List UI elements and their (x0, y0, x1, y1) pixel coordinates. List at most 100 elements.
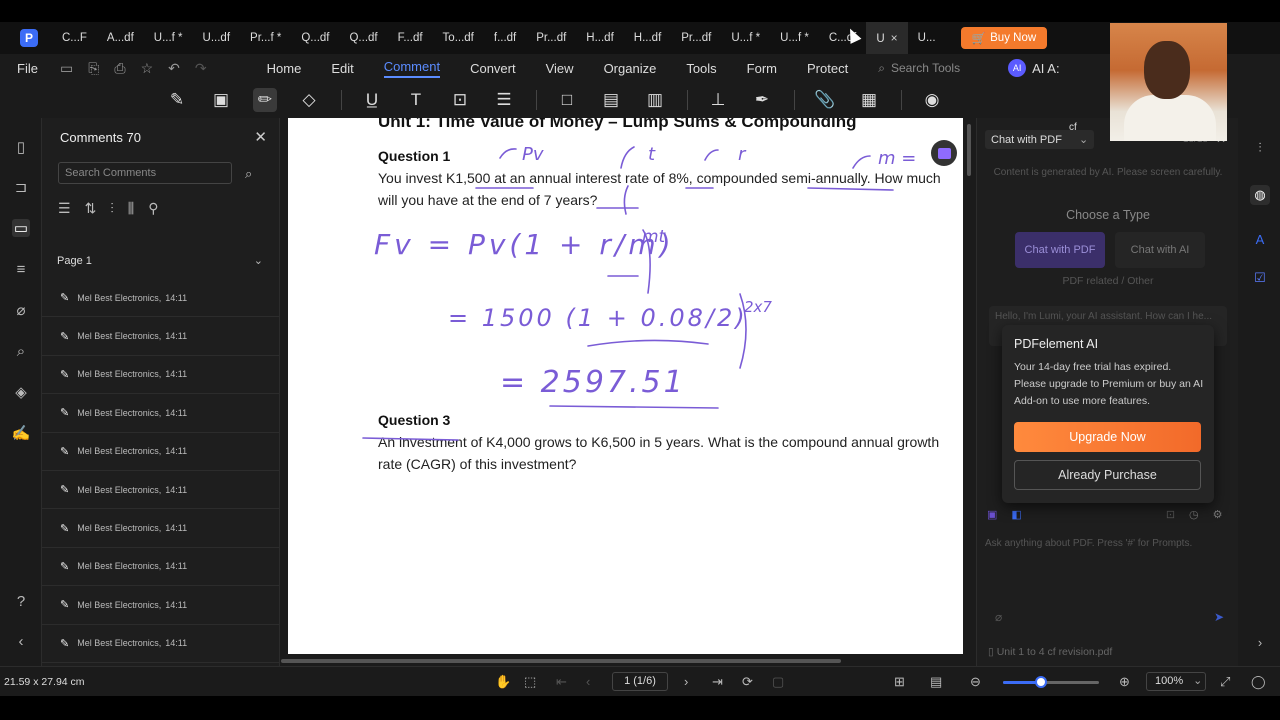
undo-icon[interactable]: ↶ (168, 60, 180, 77)
page-number-field[interactable]: 1 (1/6) (612, 672, 668, 691)
document-tab[interactable]: U...f * (770, 22, 819, 54)
zoom-in-icon[interactable]: ⊕ (1119, 674, 1130, 690)
expand-right-icon[interactable]: › (1250, 632, 1270, 652)
next-page-icon[interactable]: › (684, 674, 688, 689)
document-tab[interactable]: H...df (624, 22, 671, 54)
document-tab[interactable]: To...df (433, 22, 484, 54)
history-icon[interactable]: ◷ (1189, 508, 1199, 521)
settings-sliders-icon[interactable]: ⫶ (1250, 138, 1270, 158)
textbox-icon[interactable]: ⊡ (448, 88, 472, 112)
stamp-icon[interactable]: ⊥ (706, 88, 730, 112)
sort-icon[interactable]: ⇅ (85, 200, 97, 217)
send-icon[interactable]: ➤ (1214, 610, 1224, 624)
document-tab[interactable]: C...F (52, 22, 97, 54)
zoom-slider[interactable] (1003, 681, 1099, 684)
document-tab[interactable]: F...df (388, 22, 433, 54)
document-tab[interactable]: A...df (97, 22, 144, 54)
search-icon[interactable]: ⌕ (12, 342, 30, 360)
document-tab[interactable]: U × (866, 22, 908, 54)
eraser-icon[interactable]: ◇ (297, 88, 321, 112)
translate-icon[interactable]: A (1250, 229, 1270, 249)
search-tools-input[interactable]: Search Tools (891, 61, 960, 75)
document-tab[interactable]: U... (908, 22, 946, 54)
note-icon[interactable]: ▤ (599, 88, 623, 112)
page-layout-icon[interactable]: ▤ (930, 674, 942, 690)
comment-list-item[interactable]: ✎ Mel Best Electronics, 14:11 (42, 433, 280, 471)
crop-icon[interactable]: ⊡ (1166, 508, 1175, 521)
already-purchase-button[interactable]: Already Purchase (1014, 460, 1201, 490)
buy-now-button[interactable]: 🛒 Buy Now (961, 27, 1047, 49)
ribbon-tab-tools[interactable]: Tools (686, 61, 716, 76)
highlight-icon[interactable]: ✎ (165, 88, 189, 112)
comment-list-item[interactable]: ✎ Mel Best Electronics, 14:11 (42, 279, 280, 318)
ribbon-tab-convert[interactable]: Convert (470, 61, 516, 76)
vertical-scrollbar[interactable] (967, 124, 971, 176)
list-view-icon[interactable]: ☰ (58, 200, 71, 217)
collapse-left-icon[interactable]: ‹ (12, 632, 30, 650)
document-tab[interactable]: Pr...f * (240, 22, 291, 54)
ai-assistant-button[interactable]: AI AI A: (1008, 59, 1060, 77)
document-tab[interactable]: H...df (576, 22, 623, 54)
document-tab[interactable]: Pr...df (671, 22, 721, 54)
search-tools-icon[interactable]: ⌕ (878, 61, 885, 76)
attachment-icon[interactable]: 📎 (813, 88, 837, 112)
comments-icon[interactable]: ▭ (12, 219, 30, 237)
signature-icon[interactable]: ✒ (750, 88, 774, 112)
prompt-icon[interactable]: ▣ (987, 508, 997, 521)
ribbon-tab-organize[interactable]: Organize (604, 61, 657, 76)
print-icon[interactable]: ⎙ (114, 60, 125, 77)
document-tab[interactable]: U...f * (144, 22, 193, 54)
crop-page-icon[interactable]: ▢ (772, 674, 784, 690)
document-tab[interactable]: U...df (193, 22, 240, 54)
attachment-icon[interactable]: ⌀ (995, 610, 1002, 624)
callout-icon[interactable]: ☰ (492, 88, 516, 112)
zoom-out-icon[interactable]: ⊖ (970, 674, 981, 690)
shape-icon[interactable]: □ (555, 88, 579, 112)
upgrade-now-button[interactable]: Upgrade Now (1014, 422, 1201, 452)
text-icon[interactable]: T (404, 88, 428, 112)
ribbon-tab-view[interactable]: View (546, 61, 574, 76)
document-tab[interactable]: U...f * (721, 22, 770, 54)
page-group-label[interactable]: Page 1 (57, 255, 92, 267)
settings-icon[interactable]: ⚙ (1213, 508, 1223, 521)
document-tab[interactable]: f...df (484, 22, 526, 54)
star-icon[interactable]: ☆ (141, 60, 154, 77)
markup-list-icon[interactable]: ▦ (857, 88, 881, 112)
first-page-icon[interactable]: ⇤ (556, 674, 567, 690)
comment-list-item[interactable]: ✎ Mel Best Electronics, 14:11 (42, 548, 280, 587)
area-highlight-icon[interactable]: ▣ (209, 88, 233, 112)
measure-icon[interactable]: ▥ (643, 88, 667, 112)
expand-icon[interactable]: ⫶ (110, 200, 114, 217)
chevron-down-icon[interactable]: ⌄ (254, 254, 263, 267)
ai-float-button[interactable] (931, 140, 957, 166)
save-icon[interactable]: ▭ (60, 60, 73, 77)
prev-page-icon[interactable]: ‹ (586, 674, 590, 689)
search-comments-input[interactable]: Search Comments (58, 162, 232, 184)
signature-panel-icon[interactable]: ✍ (12, 424, 31, 442)
comment-list-item[interactable]: ✎ Mel Best Electronics, 14:11 (42, 471, 280, 510)
hand-tool-icon[interactable]: ✋ (495, 674, 511, 690)
fullscreen-icon[interactable]: ⤢ (1220, 674, 1230, 690)
comment-list-item[interactable]: ✎ Mel Best Electronics, 14:11 (42, 317, 280, 356)
translate-icon[interactable]: ◧ (1011, 508, 1021, 521)
document-tab[interactable]: Q...df (339, 22, 387, 54)
document-tab[interactable]: Q...df (291, 22, 339, 54)
bookmark-icon[interactable]: ⊐ (12, 178, 30, 196)
file-menu[interactable]: File (17, 61, 38, 76)
search-icon[interactable]: ⌕ (245, 166, 252, 182)
chat-with-pdf-option[interactable]: Chat with PDF (1015, 232, 1105, 268)
ribbon-tab-form[interactable]: Form (747, 61, 777, 76)
comment-list-item[interactable]: ✎ Mel Best Electronics, 14:11 (42, 356, 280, 395)
checklist-icon[interactable]: ☑ (1250, 268, 1270, 288)
reading-mode-icon[interactable]: ◯ (1251, 674, 1266, 690)
layers-list-icon[interactable]: ≡ (12, 260, 30, 278)
layers-icon[interactable]: ◈ (12, 383, 30, 401)
pencil-icon[interactable]: ✏ (253, 88, 277, 112)
eye-icon[interactable]: ◉ (920, 88, 944, 112)
close-icon[interactable]: ✕ (254, 128, 267, 146)
last-page-icon[interactable]: ⇥ (712, 674, 723, 690)
thumbnails-icon[interactable]: ▯ (12, 138, 30, 156)
comment-list-item[interactable]: ✎ Mel Best Electronics, 14:11 (42, 586, 280, 625)
filter-icon[interactable]: ⚲ (148, 200, 158, 217)
close-tab-icon[interactable]: × (891, 31, 898, 45)
